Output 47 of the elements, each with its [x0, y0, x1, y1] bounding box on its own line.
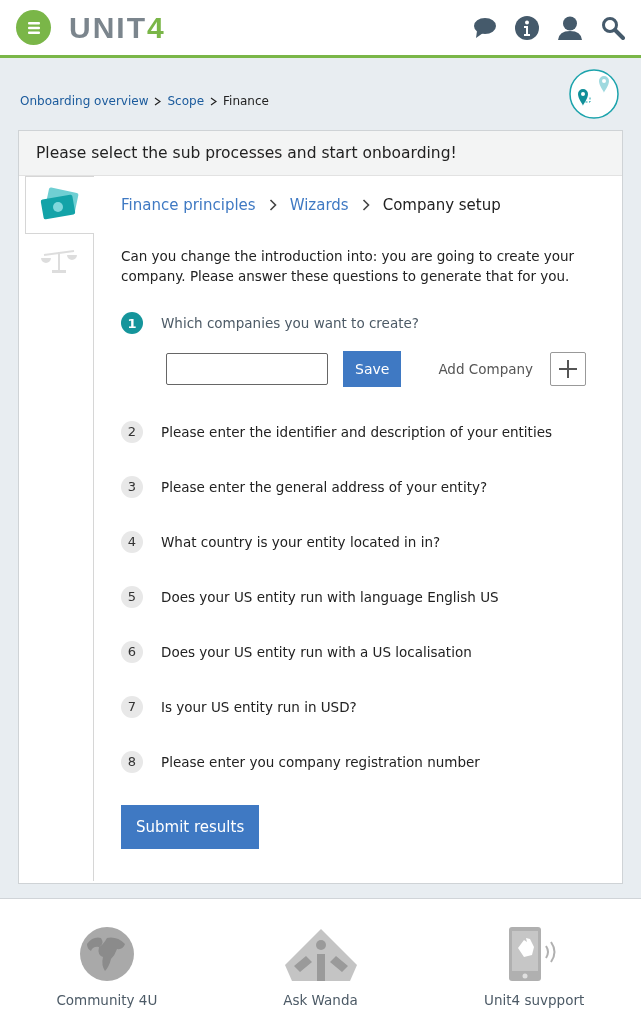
step-question: Is your US entity run in USD? — [161, 698, 357, 715]
breadcrumb-link[interactable]: Wizards — [289, 196, 349, 214]
footer-link[interactable]: Community 4U — [0, 899, 214, 1024]
breadcrumb-link[interactable]: Scope — [167, 94, 205, 108]
submit-button[interactable]: Submit results — [121, 805, 260, 849]
chevron-right-icon — [210, 96, 218, 106]
info-icon[interactable] — [515, 15, 539, 40]
step-question: Please enter the identifier and description of your entities — [161, 423, 552, 440]
step-number: 2 — [121, 420, 143, 443]
route-pins-icon[interactable] — [569, 69, 619, 119]
chat-icon[interactable] — [473, 16, 497, 39]
step-question: Please enter you company registration number — [161, 753, 480, 770]
menu-icon — [25, 20, 42, 35]
step-number: 1 — [121, 312, 143, 334]
breadcrumb-link[interactable]: Finance principles — [121, 196, 256, 214]
step-number: 4 — [121, 530, 143, 553]
search-icon[interactable] — [601, 15, 625, 40]
footer-link[interactable]: Unit4 suvpport — [427, 899, 641, 1024]
company-input-field[interactable] — [166, 353, 328, 385]
step-question: Which companies you want to create? — [161, 315, 419, 331]
plus-icon — [558, 359, 579, 379]
add-company-label: Add Company — [438, 361, 534, 377]
breadcrumb-link[interactable]: Onboarding overview — [20, 94, 149, 108]
chevron-right-icon — [361, 199, 370, 211]
side-tab[interactable] — [25, 176, 94, 234]
wanda-logo-icon — [283, 928, 358, 982]
step-question: Does your US entity run with language English US — [161, 588, 499, 605]
breadcrumb-current: Finance — [223, 94, 269, 108]
step-number: 3 — [121, 475, 143, 498]
logo: UNIT4 — [69, 10, 166, 45]
chevron-right-icon — [154, 96, 162, 106]
footer-link[interactable]: Ask Wanda — [213, 899, 428, 1024]
globe-icon — [78, 926, 135, 982]
step-question: What country is your entity located in in? — [161, 533, 441, 550]
step-question: Please enter the general address of your entity? — [161, 478, 488, 495]
step-question: Does your US entity run with a US localisation — [161, 643, 472, 660]
step-number: 6 — [121, 640, 143, 663]
step-number: 5 — [121, 585, 143, 608]
intro-text: Can you change the introduction into: you are going to create your company. Please answer these questions to generate that for you. — [121, 247, 576, 286]
add-button[interactable] — [550, 352, 587, 386]
step-number: 8 — [121, 750, 143, 773]
user-icon[interactable] — [557, 15, 583, 40]
save-button[interactable]: Save — [343, 351, 402, 387]
breadcrumb-current: Company setup — [382, 196, 501, 214]
card-title: Please select the sub processes and start onboarding! — [36, 144, 457, 162]
chevron-right-icon — [268, 199, 277, 211]
step-number: 7 — [121, 695, 143, 718]
